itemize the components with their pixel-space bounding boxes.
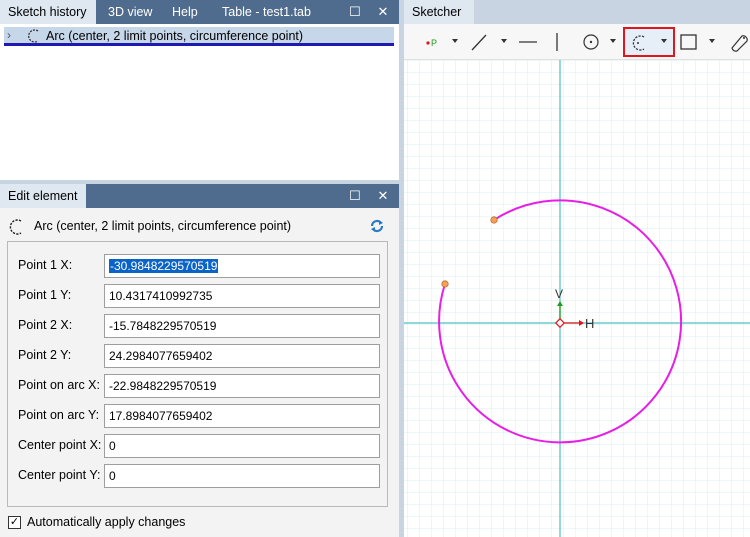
field-label: Point 2 X: bbox=[18, 318, 73, 332]
chevron-right-icon[interactable]: › bbox=[7, 28, 11, 42]
arc-endpoint[interactable] bbox=[441, 280, 449, 288]
chevron-down-icon[interactable] bbox=[610, 39, 616, 43]
left-top-tabbar: Sketch history 3D view Help Table - test… bbox=[0, 0, 399, 24]
field-label: Center point X: bbox=[18, 438, 102, 452]
arc-tool-icon bbox=[632, 35, 645, 51]
element-title-text: Arc (center, 2 limit points, circumferen… bbox=[34, 219, 292, 233]
tab-table[interactable]: Table - test1.tab bbox=[214, 0, 319, 24]
close-icon[interactable]: ✕ bbox=[375, 184, 391, 208]
arc-icon bbox=[9, 219, 22, 235]
point-on-arc-x-input[interactable]: -22.9848229570519 bbox=[104, 374, 380, 398]
field-label: Point 1 X: bbox=[18, 258, 73, 272]
right-tabbar: Sketcher bbox=[404, 0, 750, 24]
center-y-input[interactable]: 0 bbox=[104, 464, 380, 488]
grid bbox=[404, 60, 750, 537]
tab-3d-view[interactable]: 3D view bbox=[100, 0, 160, 24]
h-axis-label: H bbox=[585, 316, 594, 331]
point1-x-input[interactable]: -30.9848229570519 bbox=[104, 254, 380, 278]
history-item-label: Arc (center, 2 limit points, circumferen… bbox=[46, 29, 304, 43]
field-label: Point 2 Y: bbox=[18, 348, 72, 362]
maximize-icon[interactable]: ☐ bbox=[347, 0, 363, 24]
horizontal-line-tool-icon[interactable] bbox=[516, 30, 540, 54]
tab-edit-element[interactable]: Edit element bbox=[0, 184, 86, 208]
point2-x-input[interactable]: -15.7848229570519 bbox=[104, 314, 380, 338]
circle-tool-icon[interactable] bbox=[580, 30, 602, 54]
auto-apply-label: Automatically apply changes bbox=[27, 515, 186, 529]
field-point2-x: Point 2 X: -15.7848229570519 bbox=[8, 314, 389, 344]
slot-tool-icon[interactable] bbox=[726, 30, 750, 54]
svg-text:P: P bbox=[431, 38, 437, 48]
center-x-input[interactable]: 0 bbox=[104, 434, 380, 458]
sketch-canvas[interactable]: H V bbox=[404, 60, 750, 537]
selected-text: -30.9848229570519 bbox=[109, 259, 219, 273]
point2-y-input[interactable]: 24.2984077659402 bbox=[104, 344, 380, 368]
field-label: Point 1 Y: bbox=[18, 288, 72, 302]
close-icon[interactable]: ✕ bbox=[375, 0, 391, 24]
chevron-down-icon[interactable] bbox=[452, 39, 458, 43]
sketch-history-panel: Sketch history 3D view Help Table - test… bbox=[0, 0, 399, 180]
vertical-line-tool-icon[interactable] bbox=[550, 30, 564, 54]
sketch-toolbar: P bbox=[404, 24, 750, 60]
tab-sketcher[interactable]: Sketcher bbox=[404, 0, 474, 24]
field-center-x: Center point X: 0 bbox=[8, 434, 389, 464]
tab-help[interactable]: Help bbox=[164, 0, 206, 24]
field-point2-y: Point 2 Y: 24.2984077659402 bbox=[8, 344, 389, 374]
field-group: Point 1 X: -30.9848229570519 Point 1 Y: … bbox=[7, 241, 388, 507]
rectangle-tool-icon[interactable] bbox=[678, 30, 700, 54]
point-tool-icon[interactable]: P bbox=[422, 30, 442, 54]
refresh-icon[interactable] bbox=[369, 218, 385, 234]
field-label: Center point Y: bbox=[18, 468, 101, 482]
auto-apply-checkbox[interactable]: ✓ bbox=[8, 516, 21, 529]
chevron-down-icon[interactable] bbox=[709, 39, 715, 43]
arc-endpoint[interactable] bbox=[490, 216, 498, 224]
point1-y-input[interactable]: 10.4317410992735 bbox=[104, 284, 380, 308]
left-bottom-tabbar: Edit element ☐ ✕ bbox=[0, 184, 399, 208]
field-label: Point on arc Y: bbox=[18, 408, 100, 422]
tab-sketch-history[interactable]: Sketch history bbox=[0, 0, 96, 24]
point-on-arc-y-input[interactable]: 17.8984077659402 bbox=[104, 404, 380, 428]
field-label: Point on arc X: bbox=[18, 378, 100, 392]
v-axis-label: V bbox=[555, 287, 563, 301]
field-point1-x: Point 1 X: -30.9848229570519 bbox=[8, 254, 389, 284]
sketcher-panel: Sketcher P H V bbox=[404, 0, 750, 537]
arc-tool-button[interactable] bbox=[623, 27, 675, 57]
arc-icon bbox=[28, 29, 39, 43]
field-point1-y: Point 1 Y: 10.4317410992735 bbox=[8, 284, 389, 314]
history-item-arc[interactable]: › Arc (center, 2 limit points, circumfer… bbox=[4, 27, 394, 46]
chevron-down-icon[interactable] bbox=[661, 39, 667, 43]
maximize-icon[interactable]: ☐ bbox=[347, 184, 363, 208]
field-point-on-arc-x: Point on arc X: -22.9848229570519 bbox=[8, 374, 389, 404]
field-point-on-arc-y: Point on arc Y: 17.8984077659402 bbox=[8, 404, 389, 434]
line-tool-icon[interactable] bbox=[468, 30, 490, 54]
field-center-y: Center point Y: 0 bbox=[8, 464, 389, 494]
edit-element-panel: Edit element ☐ ✕ Arc (center, 2 limit po… bbox=[0, 184, 399, 537]
chevron-down-icon[interactable] bbox=[501, 39, 507, 43]
